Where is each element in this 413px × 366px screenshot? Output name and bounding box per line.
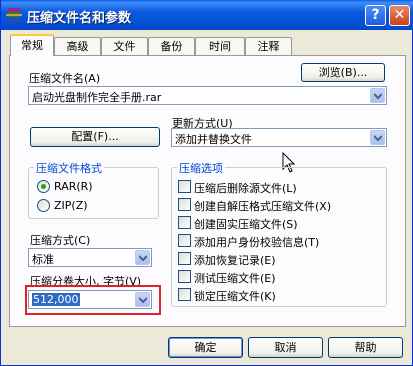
solid-checkbox[interactable] <box>178 216 191 229</box>
lock-archive-checkbox[interactable] <box>178 288 191 301</box>
tab-comment[interactable]: 注释 <box>245 37 292 55</box>
solid-label[interactable]: 创建固实压缩文件(S) <box>194 216 298 232</box>
sfx-label[interactable]: 创建自解压格式压缩文件(X) <box>194 198 331 214</box>
radio-dot <box>41 184 46 189</box>
help-title-button[interactable]: ? <box>365 5 386 26</box>
compression-method-value: 标准 <box>32 253 54 266</box>
tab-backup[interactable]: 备份 <box>148 37 195 55</box>
tab-advanced[interactable]: 高级 <box>54 37 101 55</box>
config-button[interactable]: 配置(F)... <box>30 127 160 147</box>
dialog-window: 压缩文件名和参数 ? ✕ 常规 高级 文件 备份 时间 注释 压缩文件名(A) … <box>0 0 413 366</box>
archive-name-dropdown-button[interactable] <box>370 88 385 103</box>
winrar-icon <box>6 8 22 22</box>
red-highlight-box <box>25 285 161 315</box>
format-zip-radio[interactable] <box>37 199 50 212</box>
compression-options-group-title: 压缩选项 <box>177 160 225 176</box>
help-button[interactable]: 帮助 <box>328 337 403 358</box>
tab-files[interactable]: 文件 <box>101 37 148 55</box>
authenticity-label[interactable]: 添加用户身份校验信息(T) <box>194 234 319 250</box>
archive-format-group-title: 压缩文件格式 <box>34 160 104 176</box>
chevron-down-icon <box>374 135 382 141</box>
lock-archive-label[interactable]: 锁定压缩文件(K) <box>194 288 276 304</box>
update-mode-value: 添加并替换文件 <box>175 133 252 146</box>
recovery-record-checkbox[interactable] <box>178 252 191 265</box>
tab-general[interactable]: 常规 <box>10 34 54 56</box>
browse-button[interactable]: 浏览(B)... <box>301 63 385 82</box>
title-bar[interactable]: 压缩文件名和参数 ? ✕ <box>1 0 413 30</box>
compression-method-dropdown-button[interactable] <box>135 250 150 265</box>
archive-name-label: 压缩文件名(A) <box>29 72 101 85</box>
ok-button[interactable]: 确定 <box>168 337 243 358</box>
update-mode-select[interactable]: 添加并替换文件 <box>171 128 387 147</box>
test-archive-label[interactable]: 测试压缩文件(E) <box>194 270 276 286</box>
delete-source-checkbox[interactable] <box>178 180 191 193</box>
test-archive-checkbox[interactable] <box>178 270 191 283</box>
chevron-down-icon <box>374 93 382 99</box>
format-rar-label[interactable]: RAR(R) <box>54 180 93 193</box>
authenticity-checkbox[interactable] <box>178 234 191 247</box>
format-rar-radio[interactable] <box>37 180 50 193</box>
tab-time[interactable]: 时间 <box>195 37 245 55</box>
compression-method-label: 压缩方式(C) <box>30 234 91 247</box>
archive-name-input[interactable]: 启动光盘制作完全手册.rar <box>28 86 387 105</box>
update-mode-dropdown-button[interactable] <box>370 130 385 145</box>
compression-method-select[interactable]: 标准 <box>28 248 152 267</box>
archive-name-value: 启动光盘制作完全手册.rar <box>32 91 162 104</box>
cancel-button[interactable]: 取消 <box>248 337 323 358</box>
recovery-record-label[interactable]: 添加恢复记录(E) <box>194 252 276 268</box>
chevron-down-icon <box>139 255 147 261</box>
delete-source-label[interactable]: 压缩后删除源文件(L) <box>194 180 297 196</box>
close-button[interactable]: ✕ <box>389 5 410 26</box>
window-title: 压缩文件名和参数 <box>27 11 132 26</box>
sfx-checkbox[interactable] <box>178 198 191 211</box>
format-zip-label[interactable]: ZIP(Z) <box>54 199 88 212</box>
